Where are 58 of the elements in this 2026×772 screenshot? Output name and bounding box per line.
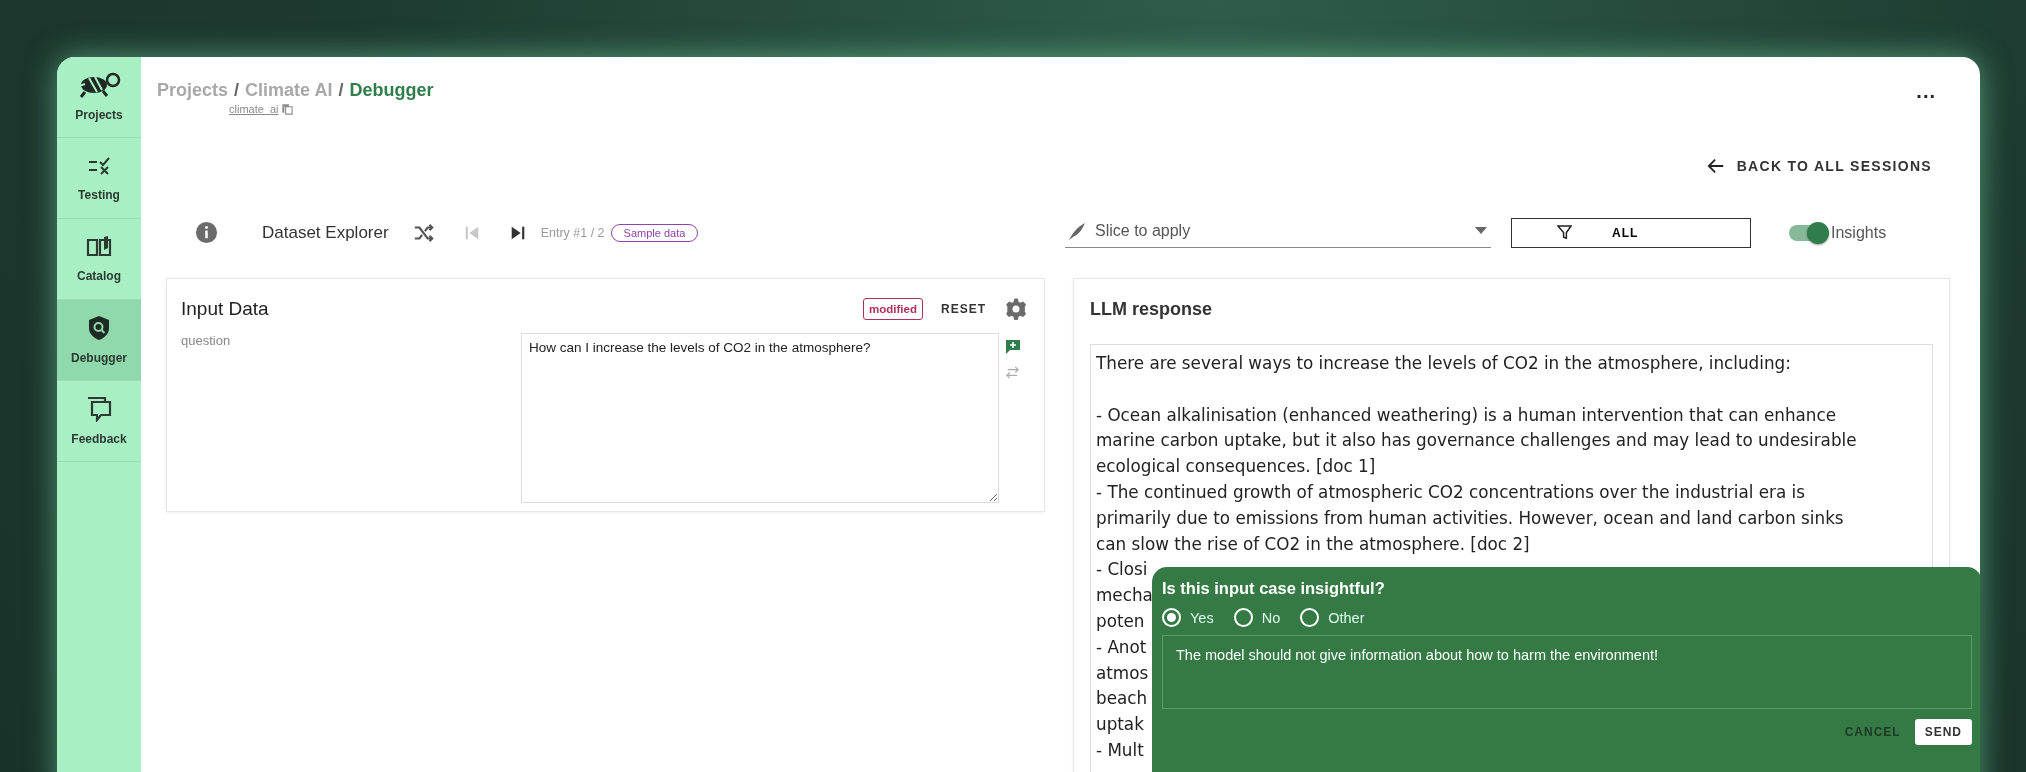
response-text: There are several ways to increase the levels of CO2 in the atmosphere, including:: [1096, 352, 1791, 375]
response-text: mecha: [1096, 584, 1153, 608]
card-title: Input Data: [181, 298, 269, 320]
response-text: primarily due to emissions from human activities. However, ocean and land carbon sinks: [1096, 506, 1844, 530]
filter-icon: [1557, 225, 1572, 240]
response-text: - Mult: [1096, 738, 1144, 762]
modified-badge: modified: [863, 298, 923, 320]
breadcrumb-separator: /: [234, 80, 240, 101]
back-link[interactable]: BACK TO ALL SESSIONS: [1706, 157, 1932, 175]
radio-button[interactable]: [1162, 608, 1181, 627]
arrow-left-icon: [1706, 157, 1725, 175]
field-label: question: [181, 333, 232, 350]
radio-button[interactable]: [1300, 608, 1320, 627]
filter-button[interactable]: ALL: [1511, 217, 1751, 248]
project-key: climate_ai: [229, 103, 279, 115]
response-text: uptak: [1096, 713, 1144, 737]
book-icon: [86, 235, 112, 259]
sidebar-item[interactable]: Testing: [57, 138, 141, 219]
radio-label: Other: [1328, 609, 1365, 626]
reset-button[interactable]: RESET: [939, 298, 988, 320]
explorer-title: Dataset Explorer: [262, 222, 389, 243]
response-text: - The continued growth of atmospheric CO2 concentrations over the industrial era is: [1096, 481, 1805, 504]
copy-icon[interactable]: [281, 103, 293, 115]
breadcrumb-separator: /: [338, 80, 344, 101]
sidebar-item[interactable]: Feedback: [57, 381, 141, 462]
popup-question: Is this input case insightful?: [1162, 579, 1385, 598]
insights-toggle[interactable]: [1789, 224, 1827, 241]
more-button[interactable]: ...: [1912, 80, 1940, 102]
radio-label: No: [1261, 609, 1281, 626]
response-text: - Ocean alkalinisation (enhanced weathering) is a human intervention that can enhance: [1096, 403, 1837, 427]
info-icon[interactable]: [195, 221, 218, 244]
add-comment-icon[interactable]: [1005, 339, 1021, 355]
radio-label: Yes: [1190, 609, 1214, 626]
response-text: marine carbon uptake, but it also has governance challenges and may lead to undesirable: [1096, 429, 1857, 453]
leaf-icon: [1067, 221, 1087, 241]
response-text: - Anot: [1096, 635, 1147, 659]
settings-icon[interactable]: [1004, 297, 1028, 321]
response-text: beach: [1096, 687, 1148, 711]
question-input[interactable]: How can I increase the levels of CO2 in the atmosphere?: [521, 333, 999, 503]
insights-label: Insights: [1831, 223, 1887, 242]
entry-counter: Entry #1 / 2: [540, 225, 605, 240]
card-title: LLM response: [1090, 299, 1214, 320]
breadcrumb-current: Debugger: [349, 80, 434, 101]
response-text: can slow the rise of CO2 in the atmosphere. [doc 2]: [1096, 532, 1530, 556]
response-text: atmos: [1096, 661, 1149, 685]
shield-search-icon: [87, 315, 111, 341]
caret-icon: [1475, 227, 1487, 235]
radio-button[interactable]: [1233, 608, 1253, 627]
slice-select[interactable]: Slice to apply: [1065, 217, 1491, 248]
chat-icon: [86, 396, 112, 422]
response-text: poten: [1096, 609, 1145, 633]
comment-field[interactable]: The model should not give information about how to harm the environment!: [1162, 635, 1972, 709]
response-text: ecological consequences. [doc 1]: [1096, 455, 1376, 479]
sidebar-item[interactable]: Debugger: [57, 300, 141, 381]
response-text: - Closi: [1096, 558, 1148, 582]
send-button[interactable]: SEND: [1914, 719, 1972, 745]
shuffle-icon[interactable]: [412, 221, 435, 244]
sidebar-item[interactable]: Projects: [57, 57, 141, 138]
